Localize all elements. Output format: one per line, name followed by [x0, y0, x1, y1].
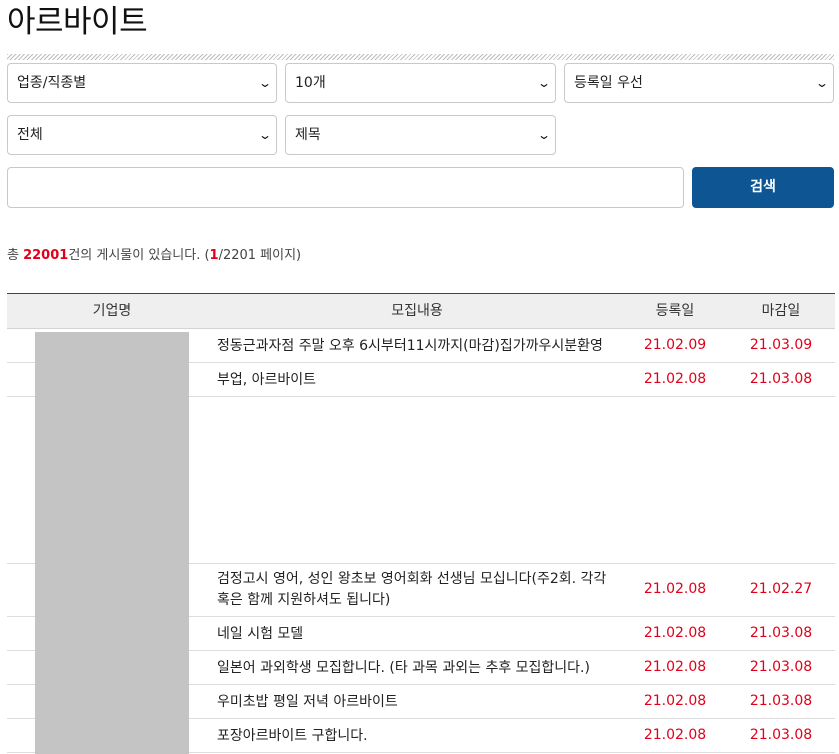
search-button[interactable]: 검색	[692, 167, 834, 208]
registered-date: 21.02.08	[643, 727, 707, 743]
chevron-down-icon: ⌄	[814, 76, 830, 90]
registered-date: 21.02.08	[643, 581, 707, 597]
page-title: 아르바이트	[7, 4, 148, 40]
job-title[interactable]: 네일 시험 모델	[217, 624, 617, 645]
registered-date: 21.02.08	[643, 625, 707, 641]
chevron-down-icon: ⌄	[257, 76, 273, 90]
count-select[interactable]: 10개 ⌄	[285, 63, 556, 103]
header-company: 기업명	[92, 303, 132, 319]
search-input[interactable]	[7, 167, 684, 208]
header-registered: 등록일	[655, 303, 695, 319]
job-title[interactable]: 일본어 과외학생 모집합니다. (타 과목 과외는 추후 모집합니다.)	[217, 658, 617, 679]
total-count: 22001	[23, 248, 69, 263]
result-summary: 총 22001건의 게시물이 있습니다. (1/2201 페이지)	[7, 244, 301, 263]
chevron-down-icon: ⌄	[536, 76, 552, 90]
region-select[interactable]: 전체 ⌄	[7, 115, 277, 155]
company-logo-placeholder	[35, 332, 189, 754]
summary-middle: 건의 게시물이 있습니다. (	[68, 248, 210, 263]
job-title[interactable]: 검정고시 영어, 성인 왕초보 영어회화 선생님 모십니다(주2회. 각각 혹은…	[217, 569, 617, 611]
job-table: 기업명 모집내용 등록일 마감일 정동근과자점 주말 오후 6시부터11시까지(…	[7, 293, 835, 754]
chevron-down-icon: ⌄	[536, 128, 552, 142]
category-select[interactable]: 업종/직종별 ⌄	[7, 63, 277, 103]
registered-date: 21.02.08	[643, 693, 707, 709]
current-page: 1	[209, 248, 219, 263]
job-title[interactable]: 부업, 아르바이트	[217, 370, 617, 391]
summary-prefix: 총	[7, 248, 24, 263]
search-field-select[interactable]: 제목 ⌄	[285, 115, 556, 155]
job-title[interactable]: 우미초밥 평일 저녁 아르바이트	[217, 692, 617, 713]
hatched-divider	[7, 54, 834, 60]
registered-date: 21.02.08	[643, 659, 707, 675]
job-title[interactable]: 정동근과자점 주말 오후 6시부터11시까지(마감)집가까우시분환영	[217, 336, 617, 357]
deadline-date: 21.03.08	[749, 693, 813, 709]
job-title[interactable]: 포장아르바이트 구합니다.	[217, 726, 617, 747]
deadline-date: 21.03.08	[749, 625, 813, 641]
sort-select[interactable]: 등록일 우선 ⌄	[564, 63, 834, 103]
chevron-down-icon: ⌄	[257, 128, 273, 142]
deadline-date: 21.02.27	[749, 581, 813, 597]
header-content: 모집내용	[391, 303, 443, 319]
registered-date: 21.02.08	[643, 371, 707, 387]
category-select-value: 업종/직종별	[17, 75, 87, 91]
deadline-date: 21.03.08	[749, 371, 813, 387]
deadline-date: 21.03.08	[749, 727, 813, 743]
table-header: 기업명 모집내용 등록일 마감일	[7, 293, 835, 329]
count-select-value: 10개	[295, 75, 326, 91]
region-select-value: 전체	[17, 127, 43, 143]
deadline-date: 21.03.08	[749, 659, 813, 675]
header-deadline: 마감일	[761, 303, 801, 319]
search-field-select-value: 제목	[295, 127, 321, 143]
summary-suffix: /2201 페이지)	[218, 248, 302, 263]
deadline-date: 21.03.09	[749, 337, 813, 353]
registered-date: 21.02.09	[643, 337, 707, 353]
sort-select-value: 등록일 우선	[574, 75, 643, 91]
